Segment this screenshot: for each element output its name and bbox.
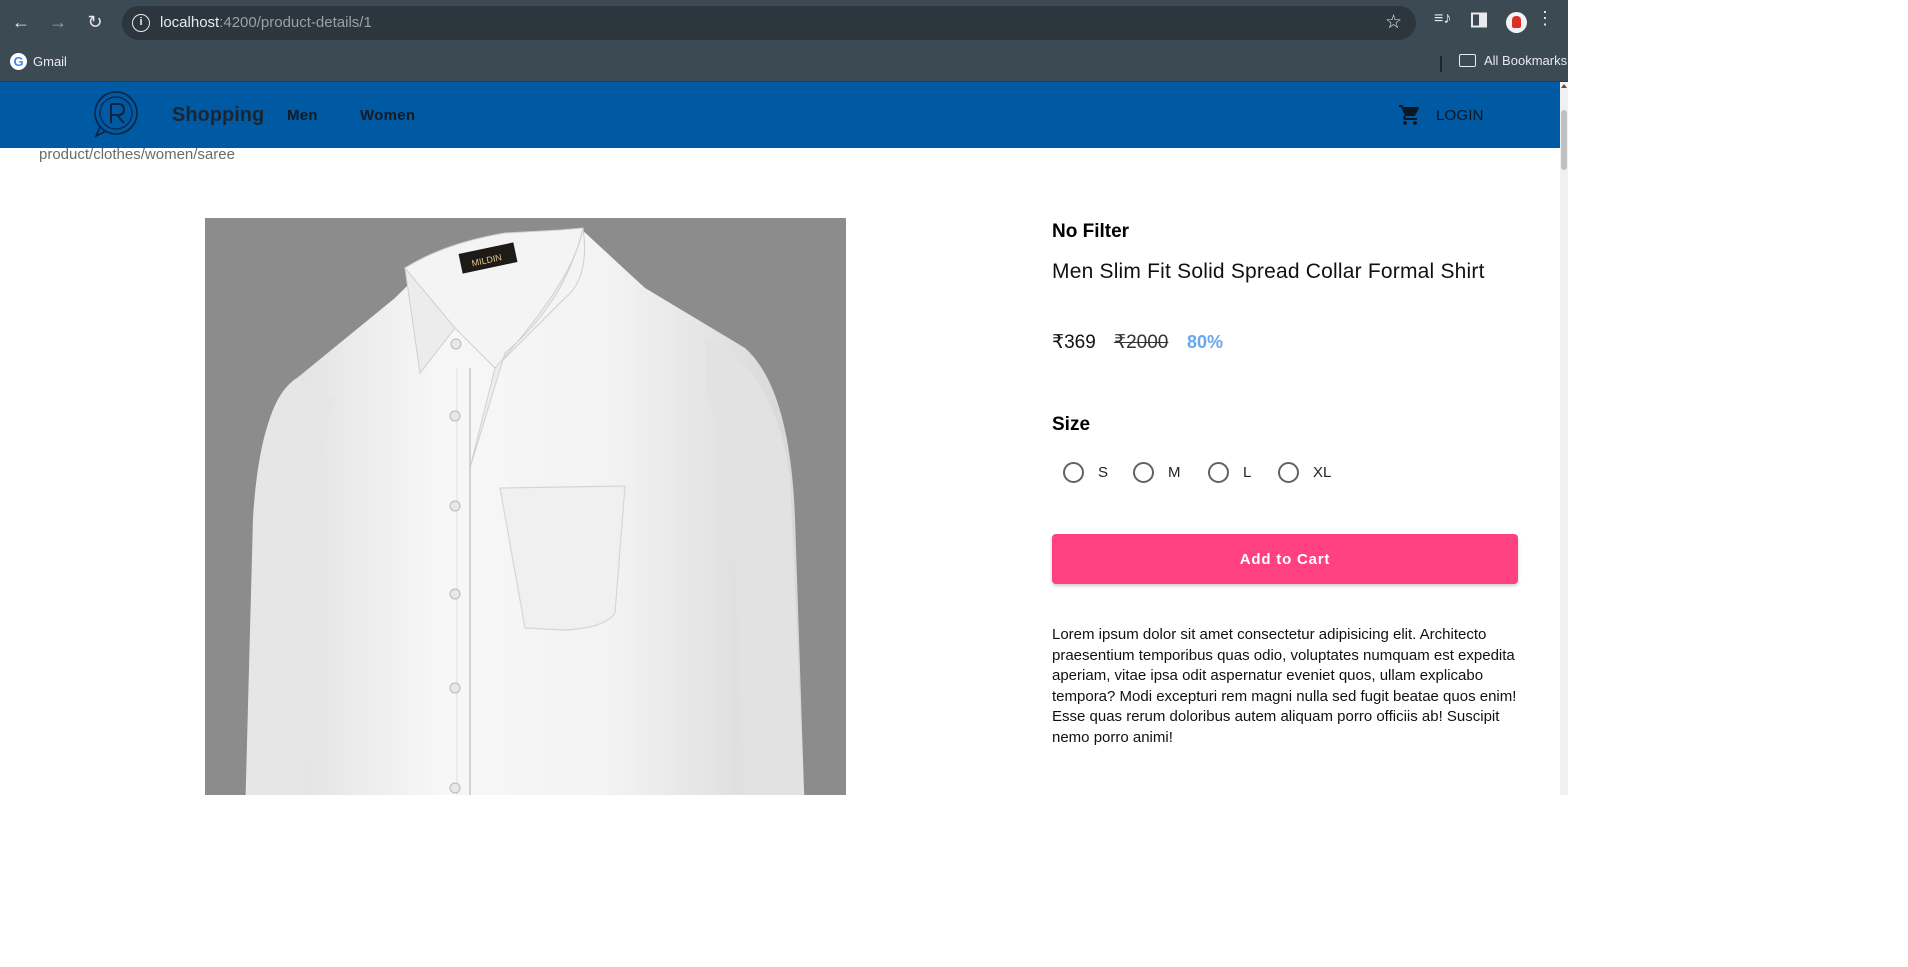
product-image: MILDIN <box>205 218 846 795</box>
address-bar[interactable]: i localhost:4200/product-details/1 ☆ <box>122 6 1416 40</box>
size-label-xl: XL <box>1313 464 1332 481</box>
folder-icon <box>1459 54 1476 67</box>
size-option-xl[interactable]: XL <box>1278 462 1331 483</box>
info-icon[interactable]: i <box>132 14 150 32</box>
login-button[interactable]: LOGIN <box>1436 107 1484 124</box>
url-host: localhost <box>160 14 220 31</box>
nav-men[interactable]: Men <box>287 107 318 124</box>
back-icon[interactable]: ← <box>9 10 33 34</box>
reload-icon[interactable]: ↻ <box>83 10 107 34</box>
size-option-m[interactable]: M <box>1133 462 1181 483</box>
filter-title: No Filter <box>1052 221 1130 242</box>
radio-m[interactable] <box>1133 462 1154 483</box>
url-path: :4200/product-details/1 <box>219 14 372 31</box>
bookmark-gmail-label: Gmail <box>33 54 67 69</box>
radio-s[interactable] <box>1063 462 1084 483</box>
product-description: Lorem ipsum dolor sit amet consectetur a… <box>1052 626 1517 746</box>
star-icon[interactable]: ☆ <box>1385 11 1402 34</box>
profile-avatar[interactable] <box>1506 12 1527 33</box>
discount-badge: 80% <box>1187 332 1224 352</box>
all-bookmarks-label: All Bookmarks <box>1484 53 1568 68</box>
radio-xl[interactable] <box>1278 462 1299 483</box>
product-mrp: ₹2000 <box>1114 332 1169 353</box>
bookmark-gmail[interactable]: G Gmail <box>10 53 67 70</box>
cart-icon[interactable] <box>1398 103 1422 127</box>
menu-icon[interactable]: ⋮ <box>1536 8 1554 29</box>
media-icon[interactable]: ≡♪ <box>1434 10 1451 28</box>
bookmarks-divider <box>1440 56 1442 72</box>
product-title: Men Slim Fit Solid Spread Collar Formal … <box>1052 260 1485 283</box>
browser-toolbar: ← → ↻ i localhost:4200/product-details/1… <box>0 0 1568 44</box>
size-label-m: M <box>1168 464 1181 481</box>
app-toolbar: Shopping Men Women LOGIN <box>0 82 1560 148</box>
size-label-s: S <box>1098 464 1109 481</box>
page-scrollbar[interactable] <box>1560 82 1568 795</box>
url-text[interactable]: localhost:4200/product-details/1 <box>160 14 372 31</box>
product-price: ₹369 <box>1052 332 1096 353</box>
scroll-up-icon[interactable] <box>1561 84 1567 88</box>
google-icon: G <box>10 53 27 70</box>
size-option-s[interactable]: S <box>1063 462 1108 483</box>
app-page: Shopping Men Women LOGIN product/clothes… <box>0 82 1560 795</box>
forward-icon[interactable]: → <box>46 10 70 34</box>
side-panel-icon[interactable] <box>1471 12 1487 33</box>
breadcrumb: product/clothes/women/saree <box>39 146 235 163</box>
size-label-l: L <box>1243 464 1252 481</box>
size-title: Size <box>1052 414 1091 435</box>
nav-women[interactable]: Women <box>360 107 415 124</box>
logo-icon[interactable] <box>92 90 140 138</box>
add-to-cart-button[interactable]: Add to Cart <box>1052 534 1518 584</box>
radio-l[interactable] <box>1208 462 1229 483</box>
scrollbar-thumb[interactable] <box>1561 110 1567 170</box>
bookmarks-bar: G Gmail All Bookmarks <box>0 44 1568 82</box>
all-bookmarks[interactable]: All Bookmarks <box>1459 53 1567 68</box>
brand-title[interactable]: Shopping <box>172 104 264 127</box>
size-option-l[interactable]: L <box>1208 462 1251 483</box>
